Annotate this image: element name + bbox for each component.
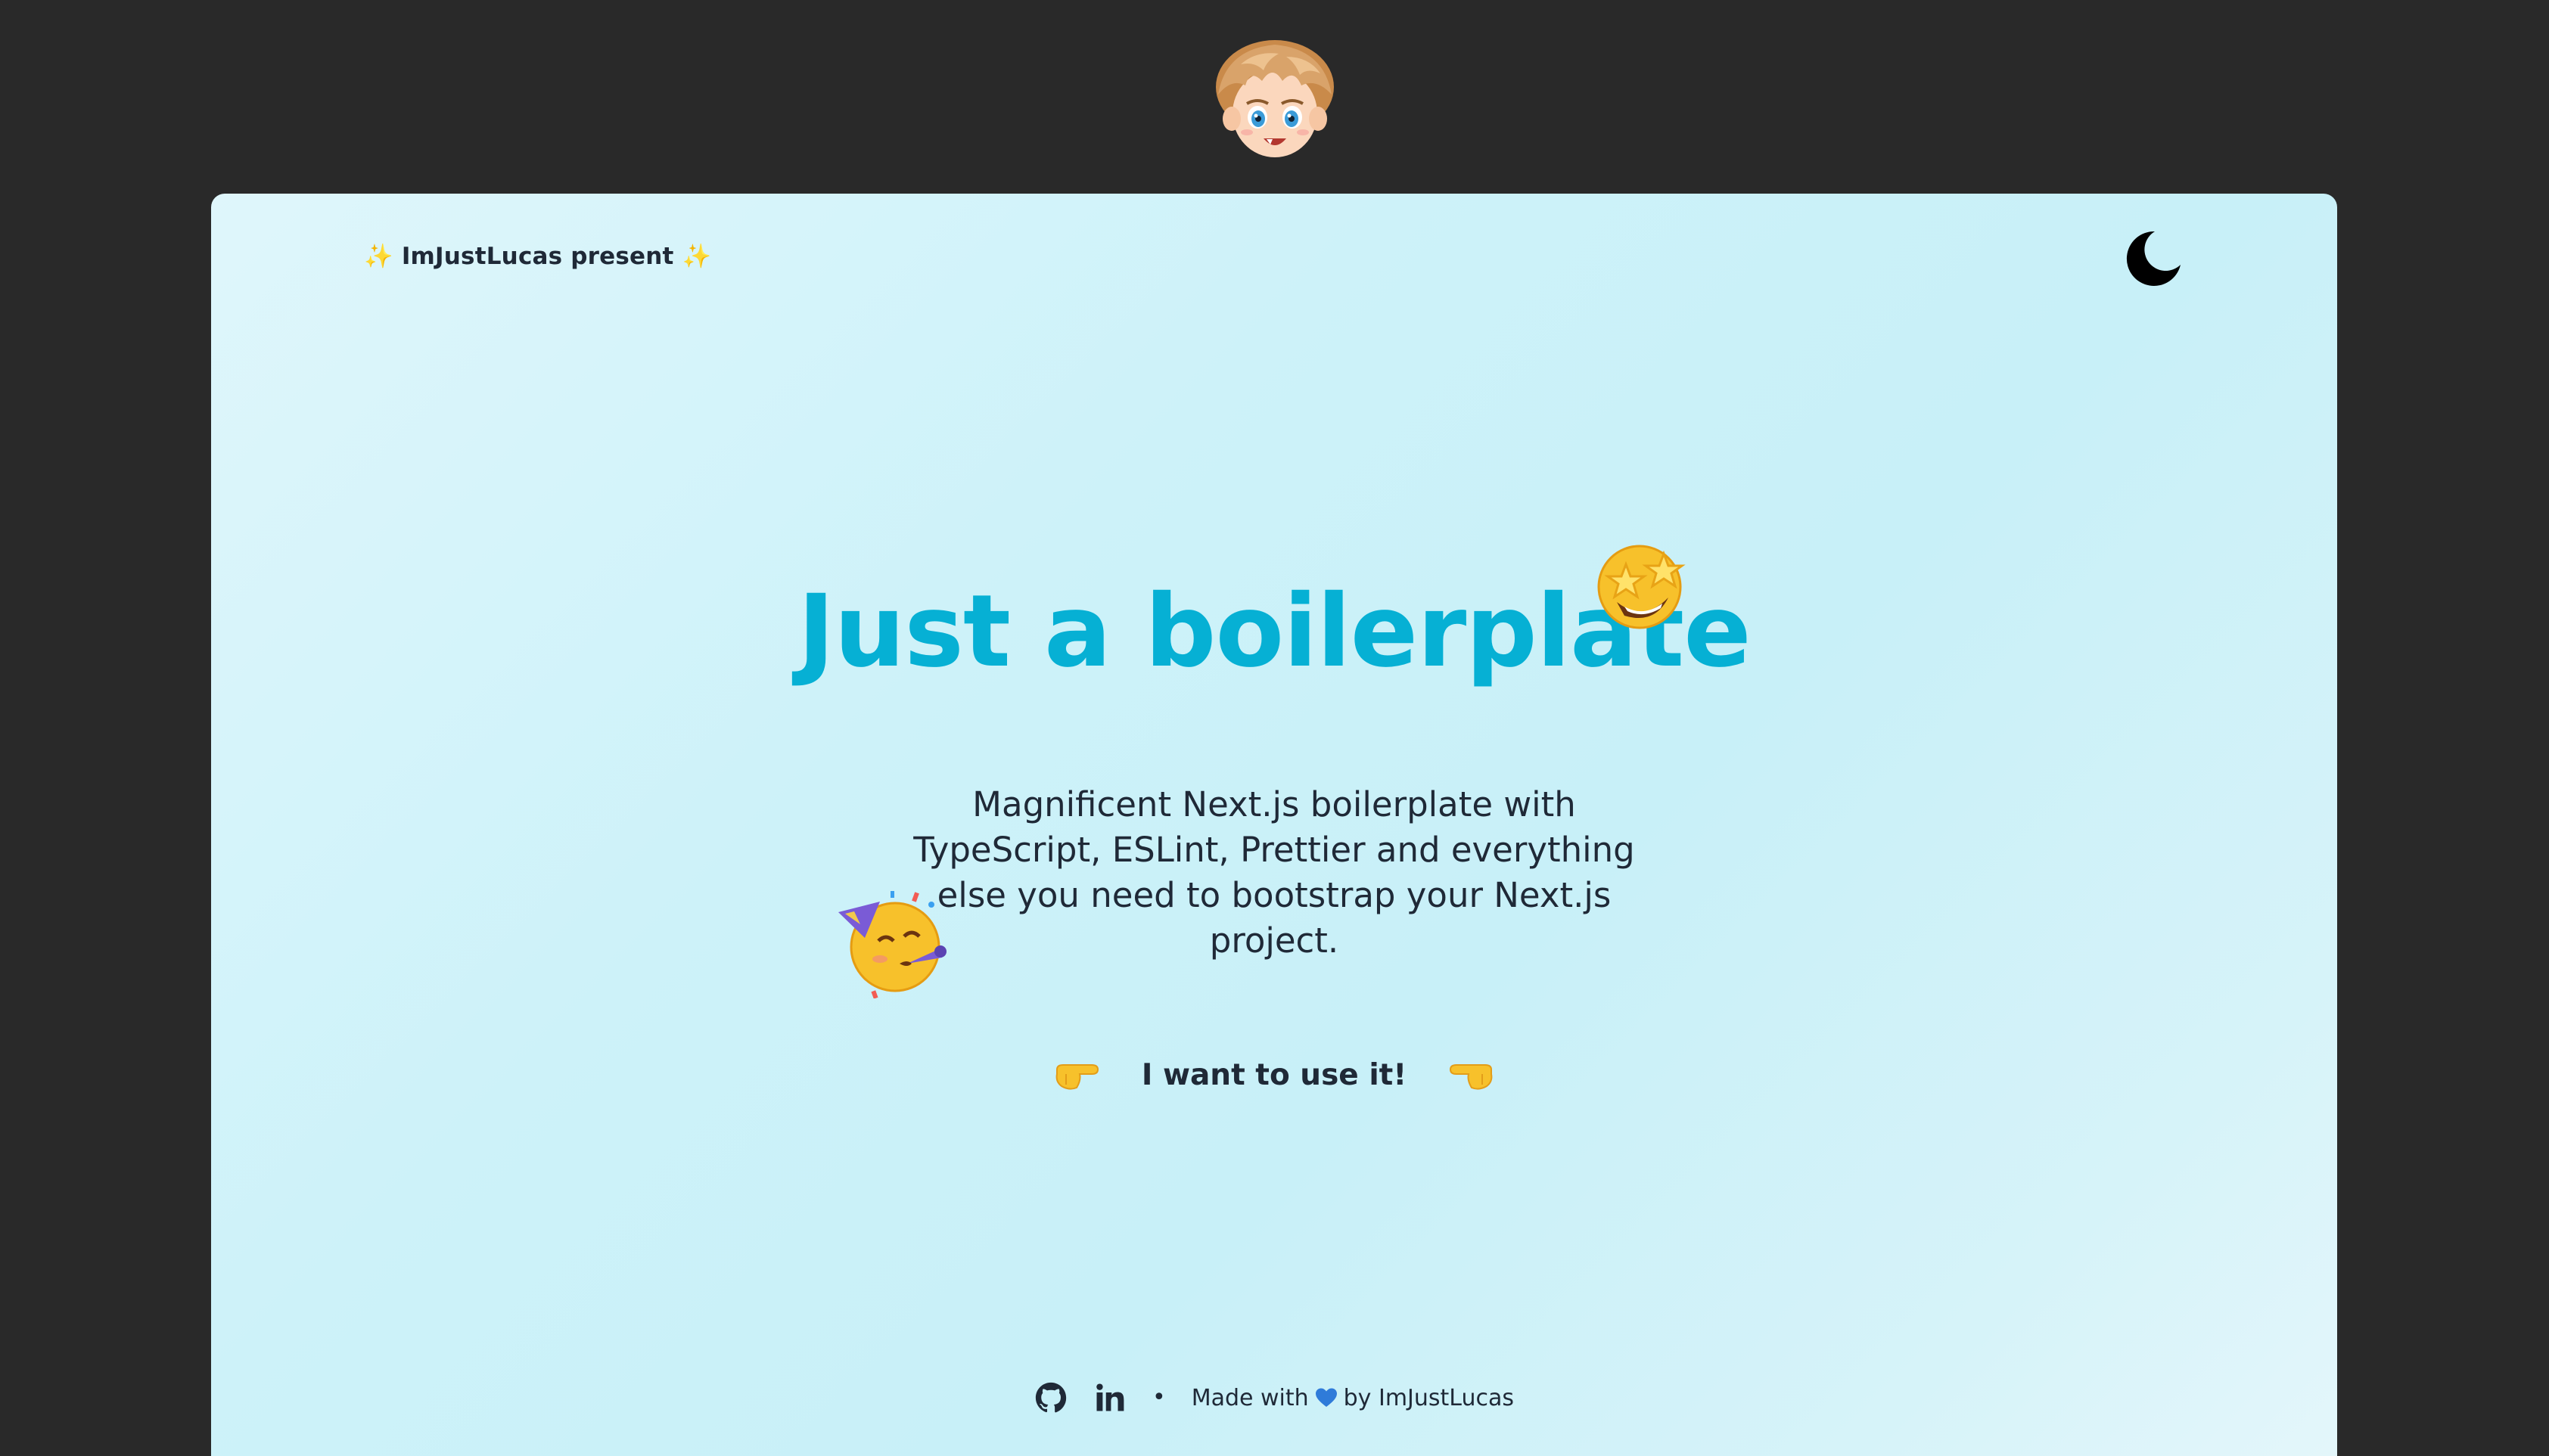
partying-face-emoji-icon <box>838 891 947 998</box>
presenter-label: ImJustLucas present <box>401 243 674 270</box>
footer-separator: • <box>1152 1384 1166 1411</box>
pointing-right-hand-icon <box>1055 1064 1099 1090</box>
cta-row: I want to use it! <box>211 1057 2337 1092</box>
linkedin-link[interactable] <box>1093 1381 1127 1414</box>
github-link[interactable] <box>1034 1381 1068 1414</box>
main-card: ✨ ImJustLucas present ✨ Just a boilerpla… <box>211 194 2337 1456</box>
made-with-author: by ImJustLucas <box>1343 1384 1515 1411</box>
made-with-text: Made with by ImJustLucas <box>1192 1385 1514 1411</box>
page: ✨ ImJustLucas present ✨ Just a boilerpla… <box>0 0 2549 1456</box>
hero-title: Just a boilerplate <box>797 573 1751 690</box>
github-icon <box>1035 1382 1067 1413</box>
avatar <box>1216 40 1334 157</box>
hero-description: Magnificent Next.js boilerplate with Typ… <box>913 784 1635 961</box>
footer: • Made with by ImJustLucas <box>211 1381 2337 1414</box>
moon-icon[interactable] <box>2122 227 2185 290</box>
star-struck-emoji-icon <box>1597 545 1686 629</box>
made-with-prefix: Made with <box>1191 1384 1309 1411</box>
blue-heart-icon <box>1315 1388 1337 1407</box>
linkedin-icon <box>1096 1383 1124 1411</box>
sparkle-icon: ✨ <box>364 243 393 270</box>
pointing-left-hand-icon <box>1450 1064 1493 1090</box>
sparkle-icon: ✨ <box>682 243 712 270</box>
use-it-button[interactable]: I want to use it! <box>1131 1058 1417 1092</box>
presenter-heading: ✨ ImJustLucas present ✨ <box>364 242 711 270</box>
